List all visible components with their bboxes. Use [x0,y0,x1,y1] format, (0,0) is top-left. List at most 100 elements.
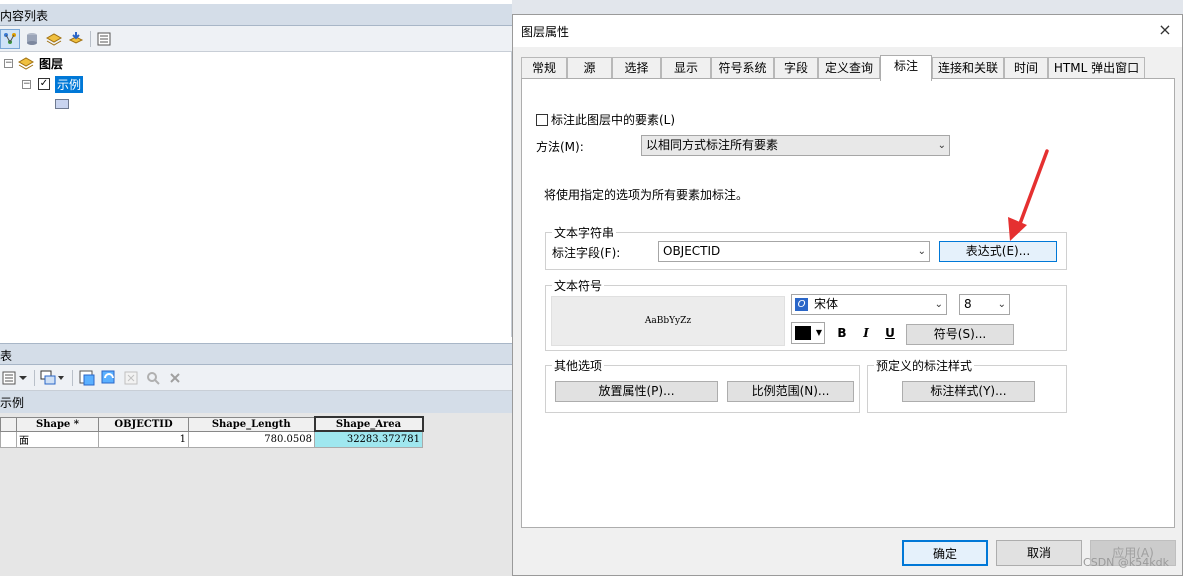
options-icon[interactable] [94,29,114,49]
font-size-value: 8 [964,297,972,311]
table-title-bar: 表 [0,343,512,365]
chevron-down-icon: ⌄ [917,246,926,257]
label-field-value: OBJECTID [663,244,721,258]
tab-joins-relates[interactable]: 连接和关联 [932,57,1004,79]
label-features-label: 标注此图层中的要素(L) [551,113,676,127]
attribute-table-grid: Shape * OBJECTID Shape_Length Shape_Area… [0,413,512,576]
method-label: 方法(M): [536,140,584,154]
list-by-source-icon[interactable] [22,29,42,49]
table-cell-selected[interactable]: 32283.372781 [314,430,423,448]
table-row[interactable]: 面 1 780.0508 32283.372781 [0,430,423,448]
font-size-dropdown[interactable]: 8 ⌄ [959,294,1010,315]
tab-definition-query[interactable]: 定义查询 [818,57,880,79]
preview-text: AaBbYyZz [644,316,692,326]
switch-selection-icon[interactable] [99,368,119,388]
cancel-button[interactable]: 取消 [996,540,1082,566]
table-cell[interactable]: 1 [98,430,189,448]
close-icon[interactable]: × [1154,19,1176,41]
method-value: 以相同方式标注所有要素 [646,138,779,152]
other-options-group: 其他选项 放置属性(P)... 比例范围(N)... [545,357,860,413]
text-string-group: 文本字符串 标注字段(F): OBJECTID ⌄ 表达式(E)... [545,224,1067,270]
tab-symbology[interactable]: 符号系统 [711,57,774,79]
attribute-table: Shape * OBJECTID Shape_Length Shape_Area… [0,416,424,448]
watermark: CSDN @k54kdk [1083,556,1169,569]
related-tables-icon[interactable] [38,368,68,388]
toc-tree: − 图层 − ✓ 示例 [0,52,512,337]
placement-properties-button[interactable]: 放置属性(P)... [555,381,718,402]
list-by-selection-icon[interactable] [66,29,86,49]
label-field-label: 标注字段(F): [552,246,621,260]
tab-selection[interactable]: 选择 [612,57,661,79]
label-field-dropdown[interactable]: OBJECTID ⌄ [658,241,930,262]
symbol-preview: AaBbYyZz [551,296,785,346]
bold-button[interactable]: B [832,323,852,343]
tab-general[interactable]: 常规 [521,57,567,79]
chevron-down-icon: ⌄ [937,140,946,151]
italic-button[interactable]: I [856,323,876,343]
table-tab[interactable]: 示例 [0,391,512,413]
font-name-dropdown[interactable]: O 宋体 ⌄ [791,294,947,315]
dialog-title: 图层属性 [521,25,570,39]
underline-button[interactable]: U [880,323,900,343]
chevron-down-icon: ▼ [815,328,822,337]
chevron-down-icon: ⌄ [934,299,943,310]
layer-properties-dialog: 图层属性 × 常规 源 选择 显示 符号系统 字段 定义查询 标注 连接和关联 … [512,14,1183,576]
table-tab-label: 示例 [0,396,25,410]
info-text: 将使用指定的选项为所有要素加标注。 [544,188,749,202]
list-by-visibility-icon[interactable] [44,29,64,49]
select-by-attributes-icon[interactable] [77,368,97,388]
table-cell[interactable]: 780.0508 [188,430,315,448]
tab-time[interactable]: 时间 [1004,57,1048,79]
toc-toolbar [0,26,512,52]
font-color-picker[interactable]: ▼ [791,322,825,344]
tab-labels[interactable]: 标注 [880,55,932,81]
annotation-arrow-icon [1008,149,1049,241]
toc-title: 内容列表 [0,9,49,23]
label-features-row[interactable]: 标注此图层中的要素(L) [536,111,675,128]
other-options-title: 其他选项 [552,357,605,374]
text-string-title: 文本字符串 [552,224,617,241]
layers-icon [18,57,34,70]
text-symbol-group: 文本符号 AaBbYyZz O 宋体 ⌄ 8 ⌄ ▼ B I U 符号(S)..… [545,277,1067,351]
font-name-value: 宋体 [814,297,839,311]
scale-range-button[interactable]: 比例范围(N)... [727,381,854,402]
predefined-label-style-group: 预定义的标注样式 标注样式(Y)... [867,357,1067,413]
method-dropdown[interactable]: 以相同方式标注所有要素 ⌄ [641,135,950,156]
clear-selection-icon[interactable] [121,368,141,388]
tab-fields[interactable]: 字段 [774,57,818,79]
tab-source[interactable]: 源 [567,57,612,79]
label-styles-button[interactable]: 标注样式(Y)... [902,381,1035,402]
text-symbol-title: 文本符号 [552,277,605,294]
column-header[interactable]: Shape_Length [188,416,315,432]
predefined-label-style-title: 预定义的标注样式 [874,357,975,374]
row-selector-header[interactable] [0,416,17,432]
column-header[interactable]: OBJECTID [98,416,189,432]
layer-visibility-checkbox[interactable]: ✓ [38,78,50,90]
table-cell[interactable]: 面 [16,430,99,448]
table-options-icon[interactable] [0,368,30,388]
list-by-drawing-order-icon[interactable] [0,29,20,49]
chevron-down-icon: ⌄ [997,299,1006,310]
row-selector[interactable] [0,430,17,448]
symbol-button[interactable]: 符号(S)... [906,324,1014,345]
tree-layer-name[interactable]: 示例 [55,76,84,93]
labels-panel: 标注此图层中的要素(L) 方法(M): 以相同方式标注所有要素 ⌄ 将使用指定的… [521,78,1175,528]
tab-display[interactable]: 显示 [661,57,711,79]
collapse-icon[interactable]: − [22,80,31,89]
toc-title-bar: 内容列表 [0,4,512,26]
label-features-checkbox[interactable] [536,114,548,126]
table-title: 表 [0,349,13,363]
collapse-icon[interactable]: − [4,59,13,68]
table-toolbar [0,365,512,391]
font-color-swatch [795,326,811,340]
opentype-font-icon: O [795,298,808,311]
column-header-selected[interactable]: Shape_Area [313,416,424,432]
layer-symbol-swatch[interactable] [55,99,69,109]
ok-button[interactable]: 确定 [902,540,988,566]
tab-html-popup[interactable]: HTML 弹出窗口 [1048,57,1145,79]
column-header[interactable]: Shape * [16,416,99,432]
tree-layers-label[interactable]: 图层 [39,55,63,72]
zoom-to-selected-icon[interactable] [143,368,163,388]
dialog-titlebar: 图层属性 × [513,15,1182,47]
delete-selected-icon[interactable] [165,368,185,388]
